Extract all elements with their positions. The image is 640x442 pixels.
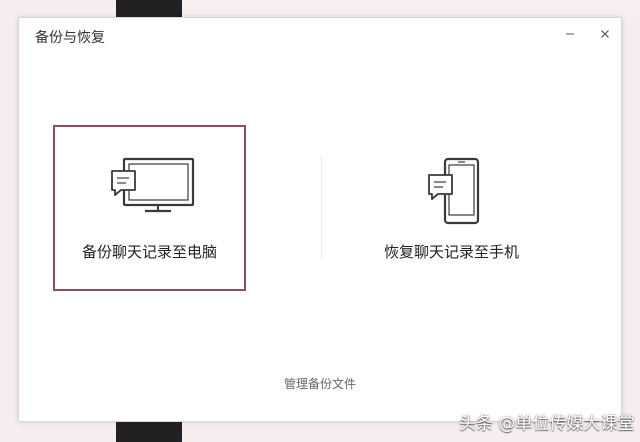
backup-to-pc-label: 备份聊天记录至电脑: [81, 243, 217, 261]
manage-backup-files-link[interactable]: 管理备份文件: [19, 375, 621, 392]
close-icon: [601, 30, 609, 38]
minimize-button[interactable]: [560, 24, 580, 44]
backup-to-pc-option[interactable]: 备份聊天记录至电脑: [53, 125, 246, 291]
restore-to-phone-label: 恢复聊天记录至手机: [383, 243, 519, 261]
watermark: 头条 @单位传媒大课堂: [459, 414, 635, 434]
background-window-strip: [116, 0, 182, 18]
restore-to-phone-option[interactable]: 恢复聊天记录至手机: [355, 125, 548, 291]
close-button[interactable]: [595, 24, 615, 44]
dialog-title: 备份与恢复: [35, 30, 105, 46]
background-window: [182, 0, 640, 18]
minimize-icon: [566, 33, 574, 35]
backup-restore-dialog: 备份与恢复 备份聊天记录至电脑 恢复聊天记录至手机 管理备份文件: [18, 17, 622, 422]
option-divider: [321, 155, 322, 259]
phone-chat-icon: [427, 157, 479, 225]
monitor-chat-icon: [110, 157, 194, 213]
background-window-strip-bottom: [116, 422, 182, 442]
